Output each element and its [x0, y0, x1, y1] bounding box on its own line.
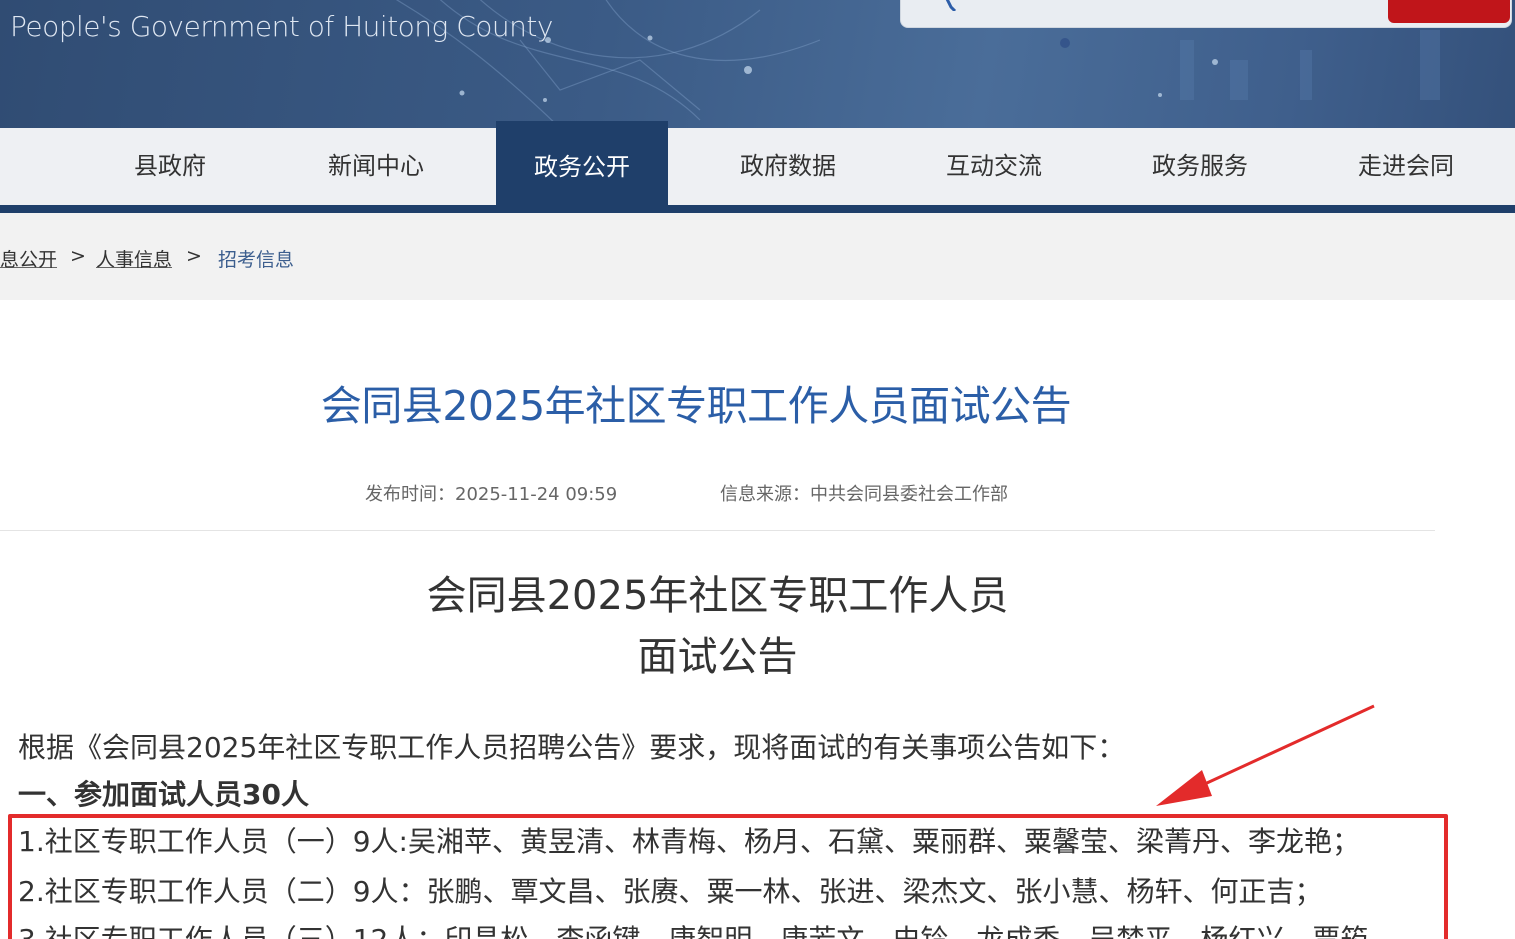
nav-item-interaction[interactable]: 互动交流 — [891, 128, 1097, 205]
nav-underline — [0, 205, 1515, 213]
nav-item-about-huitong[interactable]: 走进会同 — [1303, 128, 1509, 205]
nav-item-gov-services[interactable]: 政务服务 — [1097, 128, 1303, 205]
main-nav: 县政府 新闻中心 政务公开 政府数据 互动交流 政务服务 走进会同 — [0, 121, 1515, 213]
nav-item-gov-data[interactable]: 政府数据 — [685, 128, 891, 205]
section-heading: 一、参加面试人员30人 — [18, 778, 309, 811]
publish-time: 发布时间：2025-11-24 09:59 — [365, 484, 618, 505]
nav-item-gov-affairs-open[interactable]: 政务公开 — [496, 121, 668, 213]
search-icon — [945, 0, 957, 11]
nav-item-county-gov[interactable]: 县政府 — [67, 128, 273, 205]
intro-paragraph: 根据《会同县2025年社区专职工作人员招聘公告》要求，现将面试的有关事项公告如下… — [18, 731, 1126, 764]
breadcrumb-recruitment-info[interactable]: 招考信息 — [218, 245, 294, 272]
nav-item-news-center[interactable]: 新闻中心 — [273, 128, 479, 205]
highlight-box — [8, 814, 1448, 939]
site-title-en: People's Government of Huitong County — [10, 10, 553, 43]
breadcrumb-info-open[interactable]: 息公开 — [0, 245, 57, 272]
breadcrumb-personnel-info[interactable]: 人事信息 — [96, 245, 172, 272]
header-banner: People's Government of Huitong County — [0, 0, 1515, 128]
divider — [0, 530, 1435, 531]
article-title: 会同县2025年社区专职工作人员面试公告 — [320, 382, 1072, 430]
breadcrumb-separator: > — [186, 245, 202, 267]
search-button[interactable] — [1388, 0, 1510, 23]
info-source: 信息来源：中共会同县委社会工作部 — [720, 484, 1008, 505]
breadcrumb: 息公开 > 人事信息 > 招考信息 — [0, 213, 1515, 300]
document-title-line2: 面试公告 — [637, 634, 798, 680]
breadcrumb-separator: > — [70, 245, 86, 267]
document-title-line1: 会同县2025年社区专职工作人员 — [426, 573, 1009, 619]
annotation-arrow-icon — [1156, 704, 1375, 806]
